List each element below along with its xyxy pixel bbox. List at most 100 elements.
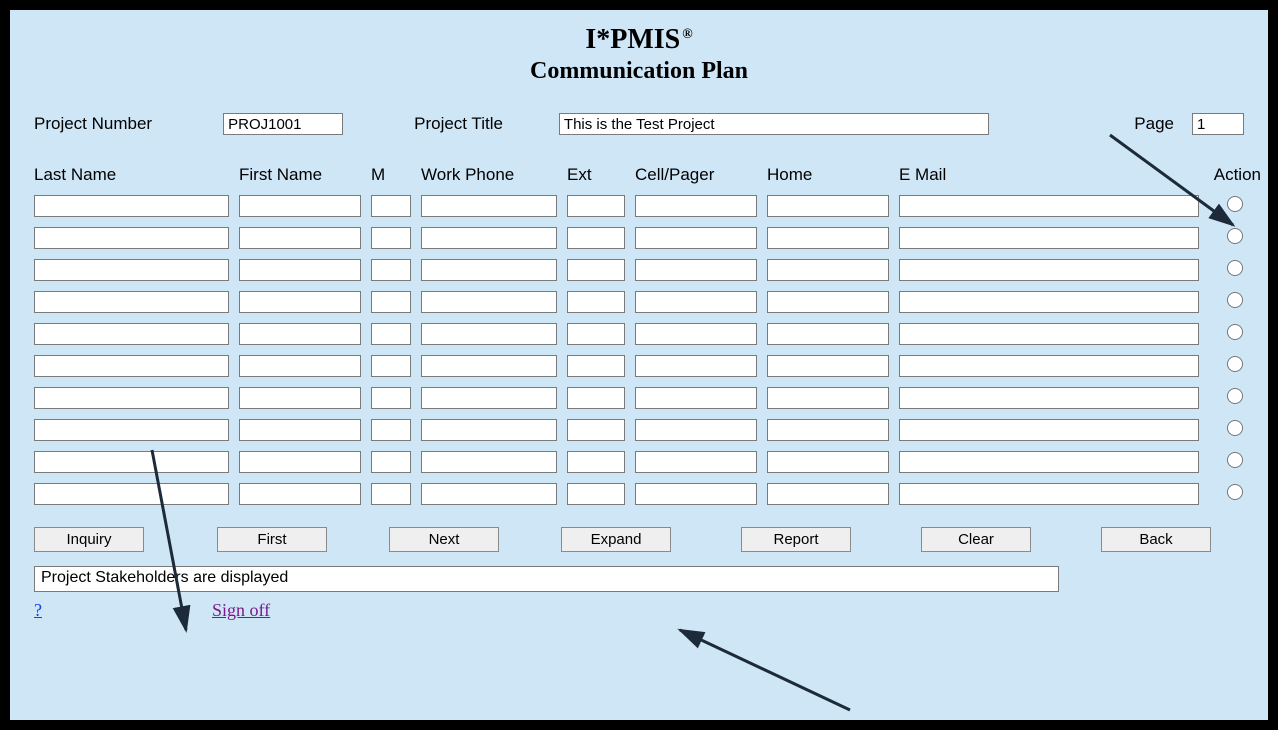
cell-pager-input[interactable] (635, 355, 757, 377)
last-name-input[interactable] (34, 259, 229, 281)
signoff-link[interactable]: Sign off (212, 600, 270, 621)
home-input[interactable] (767, 355, 889, 377)
first-name-input[interactable] (239, 195, 361, 217)
help-link[interactable]: ? (34, 600, 42, 621)
home-input[interactable] (767, 419, 889, 441)
email-input[interactable] (899, 355, 1199, 377)
m-input[interactable] (371, 419, 411, 441)
first-name-input[interactable] (239, 291, 361, 313)
action-radio[interactable] (1227, 420, 1243, 436)
project-title-input[interactable] (559, 113, 989, 135)
last-name-input[interactable] (34, 323, 229, 345)
email-input[interactable] (899, 387, 1199, 409)
home-input[interactable] (767, 227, 889, 249)
first-button[interactable]: First (217, 527, 327, 552)
ext-input[interactable] (567, 355, 625, 377)
email-input[interactable] (899, 195, 1199, 217)
m-input[interactable] (371, 387, 411, 409)
action-radio[interactable] (1227, 388, 1243, 404)
work-phone-input[interactable] (421, 259, 557, 281)
ext-input[interactable] (567, 483, 625, 505)
cell-pager-input[interactable] (635, 195, 757, 217)
action-radio[interactable] (1227, 452, 1243, 468)
cell-pager-input[interactable] (635, 323, 757, 345)
action-radio[interactable] (1227, 196, 1243, 212)
home-input[interactable] (767, 291, 889, 313)
first-name-input[interactable] (239, 419, 361, 441)
m-input[interactable] (371, 259, 411, 281)
m-input[interactable] (371, 483, 411, 505)
ext-input[interactable] (567, 451, 625, 473)
first-name-input[interactable] (239, 227, 361, 249)
email-input[interactable] (899, 259, 1199, 281)
work-phone-input[interactable] (421, 419, 557, 441)
last-name-input[interactable] (34, 387, 229, 409)
home-input[interactable] (767, 483, 889, 505)
cell-pager-input[interactable] (635, 451, 757, 473)
clear-button[interactable]: Clear (921, 527, 1031, 552)
work-phone-input[interactable] (421, 387, 557, 409)
email-input[interactable] (899, 227, 1199, 249)
ext-input[interactable] (567, 291, 625, 313)
action-radio[interactable] (1227, 356, 1243, 372)
ext-input[interactable] (567, 419, 625, 441)
email-input[interactable] (899, 323, 1199, 345)
back-button[interactable]: Back (1101, 527, 1211, 552)
action-radio[interactable] (1227, 260, 1243, 276)
ext-input[interactable] (567, 259, 625, 281)
work-phone-input[interactable] (421, 291, 557, 313)
home-input[interactable] (767, 323, 889, 345)
first-name-input[interactable] (239, 259, 361, 281)
ext-input[interactable] (567, 323, 625, 345)
m-input[interactable] (371, 323, 411, 345)
home-input[interactable] (767, 387, 889, 409)
email-input[interactable] (899, 419, 1199, 441)
ext-input[interactable] (567, 387, 625, 409)
m-input[interactable] (371, 451, 411, 473)
first-name-input[interactable] (239, 483, 361, 505)
inquiry-button[interactable]: Inquiry (34, 527, 144, 552)
m-input[interactable] (371, 355, 411, 377)
home-input[interactable] (767, 451, 889, 473)
cell-pager-input[interactable] (635, 483, 757, 505)
action-radio[interactable] (1227, 292, 1243, 308)
cell-pager-input[interactable] (635, 259, 757, 281)
cell-pager-input[interactable] (635, 419, 757, 441)
expand-button[interactable]: Expand (561, 527, 671, 552)
m-input[interactable] (371, 227, 411, 249)
work-phone-input[interactable] (421, 227, 557, 249)
ext-input[interactable] (567, 195, 625, 217)
home-input[interactable] (767, 195, 889, 217)
cell-pager-input[interactable] (635, 291, 757, 313)
cell-pager-input[interactable] (635, 227, 757, 249)
page-input[interactable] (1192, 113, 1244, 135)
action-radio[interactable] (1227, 484, 1243, 500)
m-input[interactable] (371, 291, 411, 313)
last-name-input[interactable] (34, 451, 229, 473)
first-name-input[interactable] (239, 323, 361, 345)
report-button[interactable]: Report (741, 527, 851, 552)
last-name-input[interactable] (34, 355, 229, 377)
project-number-input[interactable] (223, 113, 343, 135)
last-name-input[interactable] (34, 419, 229, 441)
action-radio[interactable] (1227, 324, 1243, 340)
home-input[interactable] (767, 259, 889, 281)
work-phone-input[interactable] (421, 355, 557, 377)
m-input[interactable] (371, 195, 411, 217)
ext-input[interactable] (567, 227, 625, 249)
email-input[interactable] (899, 291, 1199, 313)
next-button[interactable]: Next (389, 527, 499, 552)
email-input[interactable] (899, 483, 1199, 505)
action-radio[interactable] (1227, 228, 1243, 244)
email-input[interactable] (899, 451, 1199, 473)
work-phone-input[interactable] (421, 323, 557, 345)
work-phone-input[interactable] (421, 483, 557, 505)
first-name-input[interactable] (239, 451, 361, 473)
first-name-input[interactable] (239, 387, 361, 409)
last-name-input[interactable] (34, 227, 229, 249)
last-name-input[interactable] (34, 195, 229, 217)
last-name-input[interactable] (34, 483, 229, 505)
work-phone-input[interactable] (421, 451, 557, 473)
last-name-input[interactable] (34, 291, 229, 313)
first-name-input[interactable] (239, 355, 361, 377)
